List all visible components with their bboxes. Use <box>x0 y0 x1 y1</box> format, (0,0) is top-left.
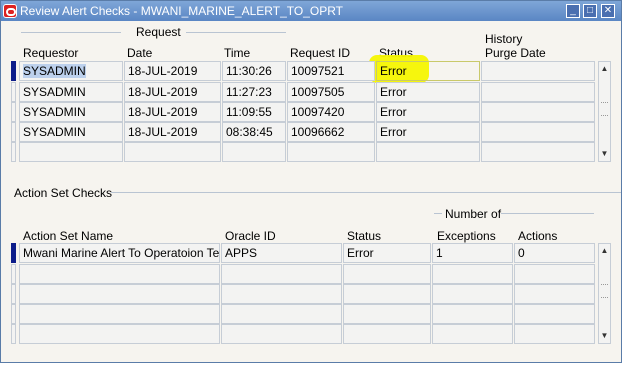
date-cell[interactable]: 18-JUL-2019 <box>124 82 221 102</box>
col-action-set-name: Action Set Name <box>23 229 114 243</box>
request-id-cell[interactable] <box>287 142 375 162</box>
action-status-cell[interactable] <box>343 324 431 344</box>
close-button[interactable]: ✕ <box>601 4 615 18</box>
date-cell[interactable] <box>124 142 221 162</box>
date-cell[interactable]: 18-JUL-2019 <box>124 61 221 81</box>
action-set-name-cell[interactable]: Mwani Marine Alert To Operatoion Team <box>19 243 220 263</box>
request-id-cell[interactable]: 10097505 <box>287 82 375 102</box>
record-indicator[interactable] <box>11 142 16 162</box>
number-of-line-right <box>501 213 594 214</box>
time-cell[interactable]: 11:27:23 <box>222 82 286 102</box>
oracle-logo-icon <box>3 4 17 18</box>
oracle-id-cell[interactable] <box>221 284 342 304</box>
scroll-down-arrow-icon[interactable]: ▼ <box>599 148 610 160</box>
purge-date-cell[interactable] <box>481 82 595 102</box>
requestor-cell[interactable]: SYSADMIN <box>19 102 123 122</box>
exceptions-cell[interactable] <box>432 264 513 284</box>
actions-cell[interactable] <box>514 264 595 284</box>
record-indicator[interactable] <box>11 82 16 102</box>
actions-cell[interactable]: 0 <box>514 243 595 263</box>
action-set-section-line <box>111 192 621 193</box>
action-status-cell[interactable]: Error <box>343 243 431 263</box>
requestor-cell[interactable]: SYSADMIN <box>19 82 123 102</box>
col-date: Date <box>127 46 153 60</box>
date-cell[interactable]: 18-JUL-2019 <box>124 122 221 142</box>
record-indicator[interactable] <box>11 243 16 263</box>
minimize-button[interactable]: _ <box>566 4 580 18</box>
oracle-id-cell[interactable] <box>221 304 342 324</box>
purge-date-cell[interactable] <box>481 122 595 142</box>
actions-cell[interactable] <box>514 324 595 344</box>
requestor-cell[interactable] <box>19 142 123 162</box>
col-exceptions: Exceptions <box>437 229 496 243</box>
oracle-id-cell[interactable] <box>221 264 342 284</box>
action-status-cell[interactable] <box>343 304 431 324</box>
record-indicator[interactable] <box>11 264 16 284</box>
action-set-scrollbar[interactable]: ▲ ▼ <box>598 243 611 344</box>
record-indicator[interactable] <box>11 324 16 344</box>
requestor-cell[interactable]: SYSADMIN <box>19 122 123 142</box>
request-id-cell[interactable]: 10097521 <box>287 61 375 81</box>
col-oracle-id: Oracle ID <box>225 229 276 243</box>
action-status-cell[interactable] <box>343 264 431 284</box>
scroll-up-arrow-icon[interactable]: ▲ <box>599 245 610 257</box>
scroll-up-arrow-icon[interactable]: ▲ <box>599 63 610 75</box>
status-cell[interactable]: Error <box>376 122 480 142</box>
action-set-name-cell[interactable] <box>19 304 220 324</box>
title-bar[interactable]: Review Alert Checks - MWANI_MARINE_ALERT… <box>1 1 621 21</box>
col-purge-date: Purge Date <box>485 46 546 60</box>
scroll-down-arrow-icon[interactable]: ▼ <box>599 330 610 342</box>
exceptions-cell[interactable]: 1 <box>432 243 513 263</box>
col-action-status: Status <box>347 229 382 243</box>
purge-date-cell[interactable] <box>481 102 595 122</box>
action-set-name-cell[interactable] <box>19 284 220 304</box>
number-of-label: Number of <box>445 207 502 221</box>
action-set-name-cell[interactable] <box>19 264 220 284</box>
col-time: Time <box>224 46 251 60</box>
history-label: History <box>485 32 523 46</box>
exceptions-cell[interactable] <box>432 304 513 324</box>
scroll-grip-icon[interactable] <box>601 102 608 116</box>
record-indicator[interactable] <box>11 122 16 142</box>
date-cell[interactable]: 18-JUL-2019 <box>124 102 221 122</box>
request-id-cell[interactable]: 10096662 <box>287 122 375 142</box>
actions-cell[interactable] <box>514 284 595 304</box>
action-status-cell[interactable] <box>343 284 431 304</box>
purge-date-cell[interactable] <box>481 142 595 162</box>
status-cell[interactable]: Error <box>376 61 480 81</box>
status-cell[interactable] <box>376 142 480 162</box>
record-indicator[interactable] <box>11 61 16 81</box>
exceptions-cell[interactable] <box>432 284 513 304</box>
request-id-cell[interactable]: 10097420 <box>287 102 375 122</box>
number-of-line-left <box>434 213 442 214</box>
request-group-line-right <box>186 32 286 33</box>
status-cell[interactable]: Error <box>376 82 480 102</box>
action-set-checks-title: Action Set Checks <box>14 186 113 200</box>
purge-date-cell[interactable] <box>481 61 595 81</box>
status-cell[interactable]: Error <box>376 102 480 122</box>
request-scrollbar[interactable]: ▲ ▼ <box>598 61 611 162</box>
record-indicator[interactable] <box>11 284 16 304</box>
col-request-id: Request ID <box>290 46 351 60</box>
actions-cell[interactable] <box>514 304 595 324</box>
request-group-line-left <box>21 32 121 33</box>
time-cell[interactable] <box>222 142 286 162</box>
scroll-grip-icon[interactable] <box>601 284 608 298</box>
time-cell[interactable]: 08:38:45 <box>222 122 286 142</box>
maximize-button[interactable]: □ <box>583 4 597 18</box>
window-title: Review Alert Checks - MWANI_MARINE_ALERT… <box>20 4 343 18</box>
oracle-id-cell[interactable]: APPS <box>221 243 342 263</box>
review-alert-checks-window: Review Alert Checks - MWANI_MARINE_ALERT… <box>0 0 622 363</box>
col-requestor: Requestor <box>23 46 79 60</box>
record-indicator[interactable] <box>11 304 16 324</box>
oracle-id-cell[interactable] <box>221 324 342 344</box>
request-group-label: Request <box>136 25 181 39</box>
record-indicator[interactable] <box>11 102 16 122</box>
col-actions: Actions <box>518 229 558 243</box>
time-cell[interactable]: 11:30:26 <box>222 61 286 81</box>
time-cell[interactable]: 11:09:55 <box>222 102 286 122</box>
requestor-cell[interactable]: SYSADMIN <box>19 61 123 81</box>
exceptions-cell[interactable] <box>432 324 513 344</box>
action-set-name-cell[interactable] <box>19 324 220 344</box>
